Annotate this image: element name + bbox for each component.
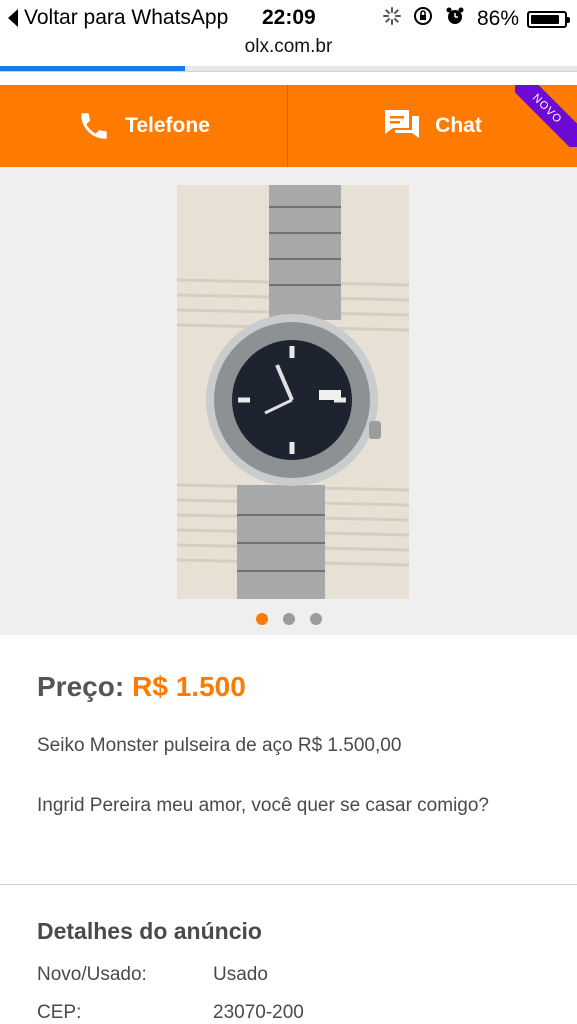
battery-fill <box>531 14 559 24</box>
detail-value: Usado <box>213 964 268 985</box>
gallery-pagination <box>0 613 577 625</box>
detail-row: Novo/Usado: Usado <box>37 964 268 986</box>
contact-action-bar: Telefone Chat NOVO <box>0 85 577 167</box>
new-badge: NOVO <box>515 85 577 147</box>
address-bar[interactable]: olx.com.br <box>0 36 577 58</box>
detail-label: Novo/Usado: <box>37 964 147 985</box>
battery-percent: 86% <box>476 7 519 30</box>
clock: 22:09 <box>262 6 316 29</box>
price: Preço: R$ 1.500 <box>37 671 246 703</box>
listing-photo[interactable] <box>177 185 409 599</box>
listing-title: Seiko Monster pulseira de aço R$ 1.500,0… <box>37 735 402 756</box>
details-heading: Detalhes do anúncio <box>37 918 262 944</box>
photo-gallery[interactable] <box>0 167 577 635</box>
phone-button-label: Telefone <box>125 114 210 137</box>
alarm-icon <box>445 6 465 32</box>
new-badge-label: NOVO <box>515 85 577 147</box>
chat-button-label: Chat <box>435 114 482 137</box>
watch-photo <box>177 185 409 599</box>
detail-label: CEP: <box>37 1002 82 1023</box>
listing-description: Ingrid Pereira meu amor, você quer se ca… <box>37 795 489 816</box>
divider <box>0 884 577 885</box>
gallery-dot[interactable] <box>309 613 322 625</box>
price-label: Preço: <box>37 671 125 702</box>
detail-value: 23070-200 <box>213 1002 304 1023</box>
phone-icon <box>81 113 107 139</box>
back-to-whatsapp-link[interactable]: Voltar para WhatsApp <box>8 6 228 30</box>
divider <box>0 71 577 72</box>
detail-row: CEP: 23070-200 <box>37 1002 304 1024</box>
rotation-lock-icon <box>413 6 433 32</box>
price-value: R$ 1.500 <box>132 671 246 702</box>
back-chevron-icon <box>8 9 18 27</box>
status-icons: 86% <box>382 6 570 32</box>
back-label: Voltar para WhatsApp <box>24 6 229 29</box>
chat-icon <box>385 110 420 138</box>
phone-button[interactable]: Telefone <box>0 85 287 167</box>
gallery-dot[interactable] <box>255 613 268 625</box>
status-bar: Voltar para WhatsApp 22:09 86% <box>0 0 577 38</box>
battery-icon <box>527 10 570 28</box>
activity-spinner-icon <box>382 7 401 31</box>
gallery-dot[interactable] <box>282 613 295 625</box>
